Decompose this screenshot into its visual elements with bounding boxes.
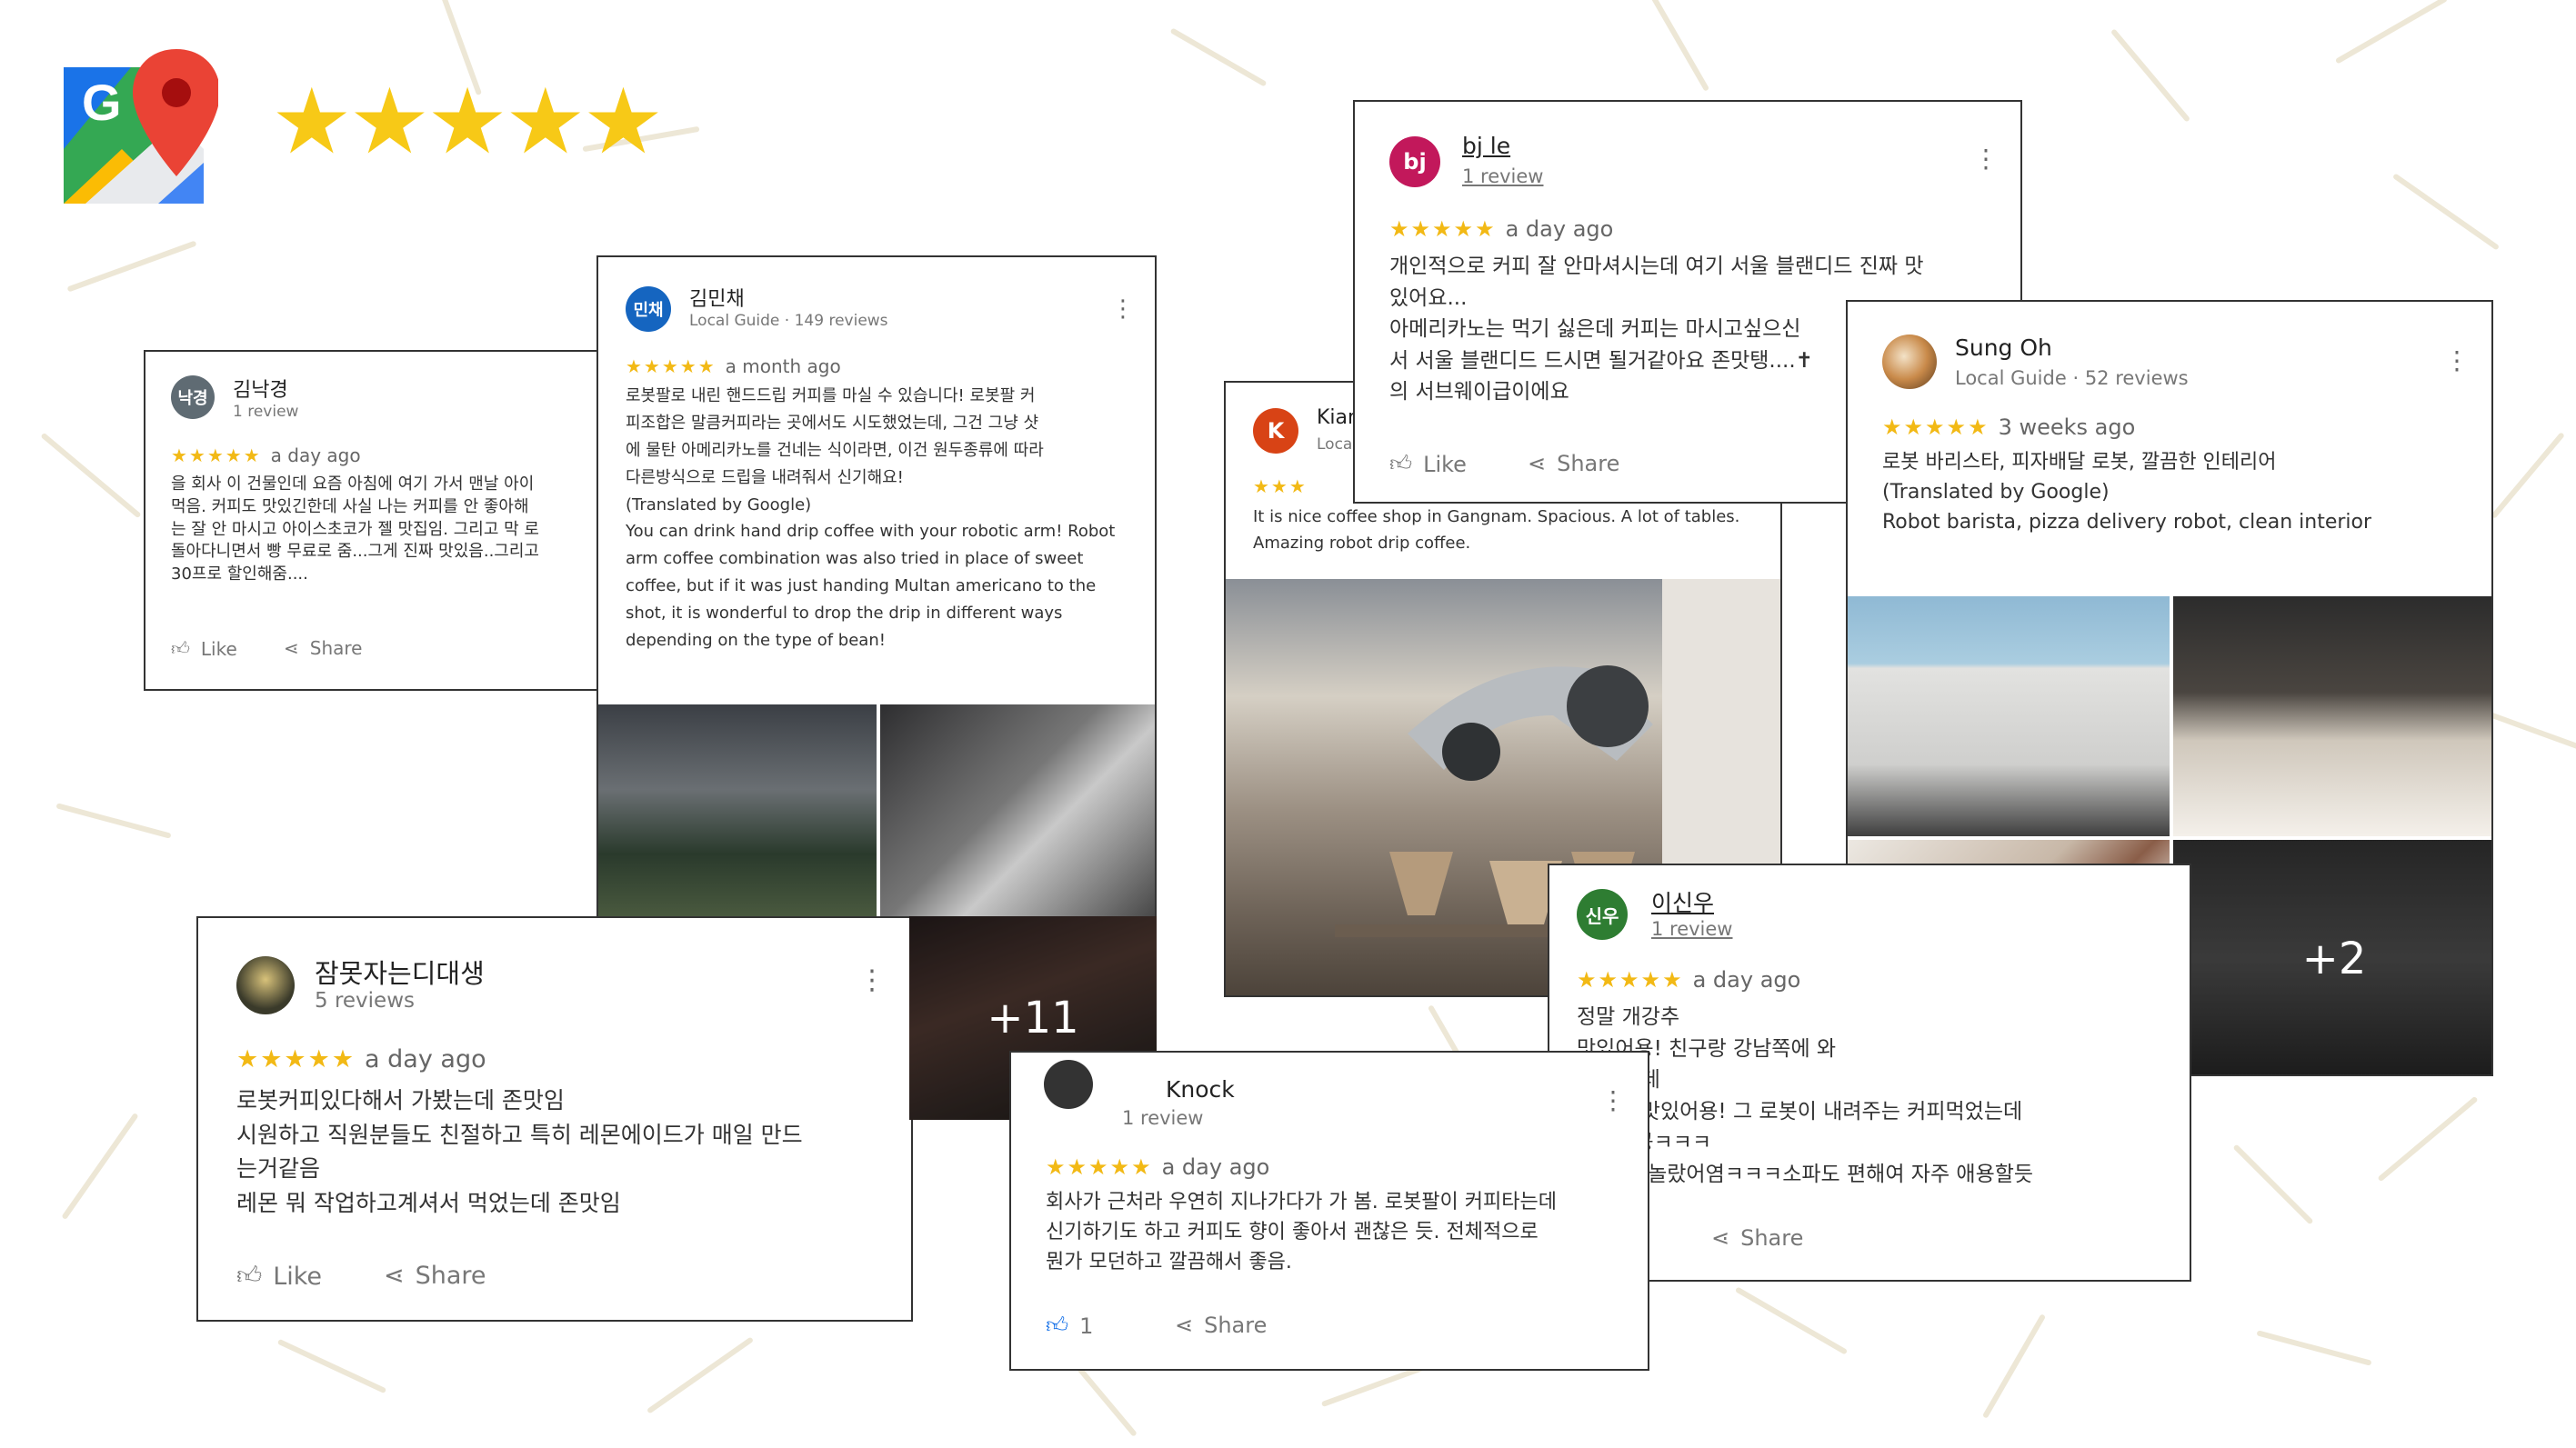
like-count: 1 [1079, 1313, 1094, 1339]
avatar: 민채 [626, 286, 671, 332]
review-time: 3 weeks ago [1998, 414, 2136, 440]
share-button[interactable]: ⋖ Share [1175, 1313, 1267, 1338]
reviewer-meta: Local Guide · 149 reviews [689, 312, 888, 330]
more-photos-count[interactable]: +2 [2173, 840, 2491, 1074]
reviewer-meta[interactable]: 1 review [1462, 165, 1544, 187]
review-rating: ★★★ [1253, 475, 1308, 497]
review-text: 정말 개강추맛있어용! 친구랑 강남쪽에 와가 갔는데커피도 맛있어용! 그 로… [1577, 1005, 2034, 1186]
more-options-icon[interactable]: ⋮ [2444, 348, 2470, 374]
avatar [1044, 1060, 1093, 1109]
share-icon: ⋖ [1528, 451, 1547, 476]
review-text: It is nice coffee shop in Gangnam. Spaci… [1253, 507, 1740, 553]
review-card: Knock 1 review ⋮ ★★★★★ a day ago 회사가 근처라 … [1009, 1051, 1649, 1371]
review-time: a day ago [1161, 1154, 1270, 1180]
review-rating: ★★★★★ a day ago [1046, 1154, 1269, 1180]
like-button[interactable]: 👍︎ Like [1389, 451, 1467, 477]
review-rating: ★★★★★ a day ago [236, 1045, 486, 1074]
review-text: 회사가 근처라 우연히 지나가다가 가 봄. 로봇팔이 커피타는데 신기하기도 하… [1046, 1191, 1557, 1273]
reviewer-meta: 1 review [1122, 1107, 1204, 1129]
thumbs-up-icon: 👍︎ [1389, 451, 1413, 476]
reviewer-name[interactable]: 이신우 [1651, 885, 1714, 918]
more-options-icon[interactable]: ⋮ [858, 967, 886, 994]
review-rating: ★★★★★ a day ago [171, 444, 361, 466]
avatar: 낙경 [171, 375, 215, 419]
stars: ★★★★★ [1389, 216, 1497, 242]
like-button[interactable]: 👍︎ 1 [1046, 1313, 1093, 1339]
review-text: 로봇 바리스타, 피자배달 로봇, 깔끔한 인테리어 (Translated by… [1882, 451, 2372, 534]
thumbs-up-icon: 👍︎ [236, 1262, 263, 1290]
review-photo[interactable]: +2 [2173, 840, 2491, 1074]
review-photo[interactable] [2173, 596, 2491, 836]
stars: ★★★★★ [626, 355, 717, 377]
review-card: 낙경 김낙경 1 review ★★★★★ a day ago 을 회사 이 건물… [144, 350, 607, 691]
share-button[interactable]: ⋖ Share [384, 1262, 486, 1290]
review-rating: ★★★★★ a day ago [1577, 967, 1800, 993]
thumbs-up-icon: 👍︎ [1046, 1313, 1069, 1338]
review-photo[interactable] [598, 704, 877, 918]
reviewer-meta: Loca [1317, 435, 1353, 454]
reviewer-name[interactable]: Knock [1166, 1076, 1235, 1103]
reviewer-meta: 5 reviews [315, 989, 415, 1013]
more-options-icon[interactable]: ⋮ [1600, 1088, 1626, 1113]
share-button[interactable]: ⋖ Share [284, 637, 362, 659]
avatar: 신우 [1577, 889, 1628, 940]
avatar [1882, 335, 1937, 389]
review-text: 로봇팔로 내린 핸드드립 커피를 마실 수 있습니다! 로봇팔 커 피조합은 말큼… [626, 386, 1116, 650]
avatar: bj [1389, 136, 1440, 187]
share-button[interactable]: ⋖ Share [1528, 451, 1619, 476]
review-card: 잠못자는디대생 5 reviews ⋮ ★★★★★ a day ago 로봇커피있… [196, 916, 913, 1322]
review-rating: ★★★★★ 3 weeks ago [1882, 414, 2135, 440]
reviewer-name[interactable]: 김낙경 [233, 374, 288, 403]
reviewer-name[interactable]: Sung Oh [1955, 335, 2052, 361]
thumbs-up-icon: 👍︎ [171, 637, 190, 659]
share-icon: ⋖ [1175, 1313, 1194, 1338]
review-text: 을 회사 이 건물인데 요즘 아침에 여기 가서 맨날 아이 먹음. 커피도 맛있… [171, 474, 539, 584]
review-rating: ★★★★★ a day ago [1389, 216, 1613, 242]
reviewer-meta[interactable]: 1 review [1651, 918, 1733, 940]
more-options-icon[interactable]: ⋮ [1111, 297, 1135, 321]
share-icon: ⋖ [284, 637, 299, 659]
reviewer-meta: Local Guide · 52 reviews [1955, 367, 2189, 389]
like-button[interactable]: 👍︎ Like [236, 1262, 322, 1291]
reviewer-name[interactable]: 잠못자는디대생 [315, 953, 485, 991]
reviewer-name[interactable]: bj le [1462, 133, 1510, 159]
review-time: a day ago [270, 444, 361, 466]
stars: ★★★★★ [1882, 414, 1990, 440]
review-photo[interactable] [1848, 596, 2170, 836]
review-time: a day ago [365, 1045, 486, 1074]
share-icon: ⋖ [384, 1262, 405, 1290]
review-time: a month ago [725, 355, 841, 377]
share-button[interactable]: ⋖ Share [1711, 1225, 1803, 1251]
review-time: a day ago [1692, 967, 1801, 993]
stars: ★★★ [1253, 475, 1308, 497]
share-icon: ⋖ [1711, 1225, 1730, 1251]
more-options-icon[interactable]: ⋮ [1973, 146, 1999, 172]
reviewer-name[interactable]: 김민채 [689, 283, 745, 312]
stars: ★★★★★ [1046, 1154, 1153, 1180]
stars: ★★★★★ [171, 444, 262, 466]
avatar [236, 956, 295, 1014]
review-rating: ★★★★★ a month ago [626, 355, 841, 377]
stars: ★★★★★ [236, 1045, 356, 1074]
avatar: K [1253, 408, 1298, 454]
stars: ★★★★★ [1577, 967, 1684, 993]
google-maps-logo-icon: G [58, 49, 220, 207]
review-time: a day ago [1505, 216, 1614, 242]
svg-text:G: G [82, 74, 122, 131]
review-text: 로봇커피있다해서 가봤는데 존맛임 시원하고 직원분들도 친절하고 특히 레몬에이… [236, 1087, 803, 1216]
review-photo[interactable] [880, 704, 1155, 918]
reviewer-meta: 1 review [233, 403, 299, 421]
review-card: 민채 김민채 Local Guide · 149 reviews ⋮ ★★★★★… [596, 255, 1157, 924]
rating-stars: ★★★★★ [271, 68, 664, 175]
like-button[interactable]: 👍︎ Like [171, 637, 237, 660]
